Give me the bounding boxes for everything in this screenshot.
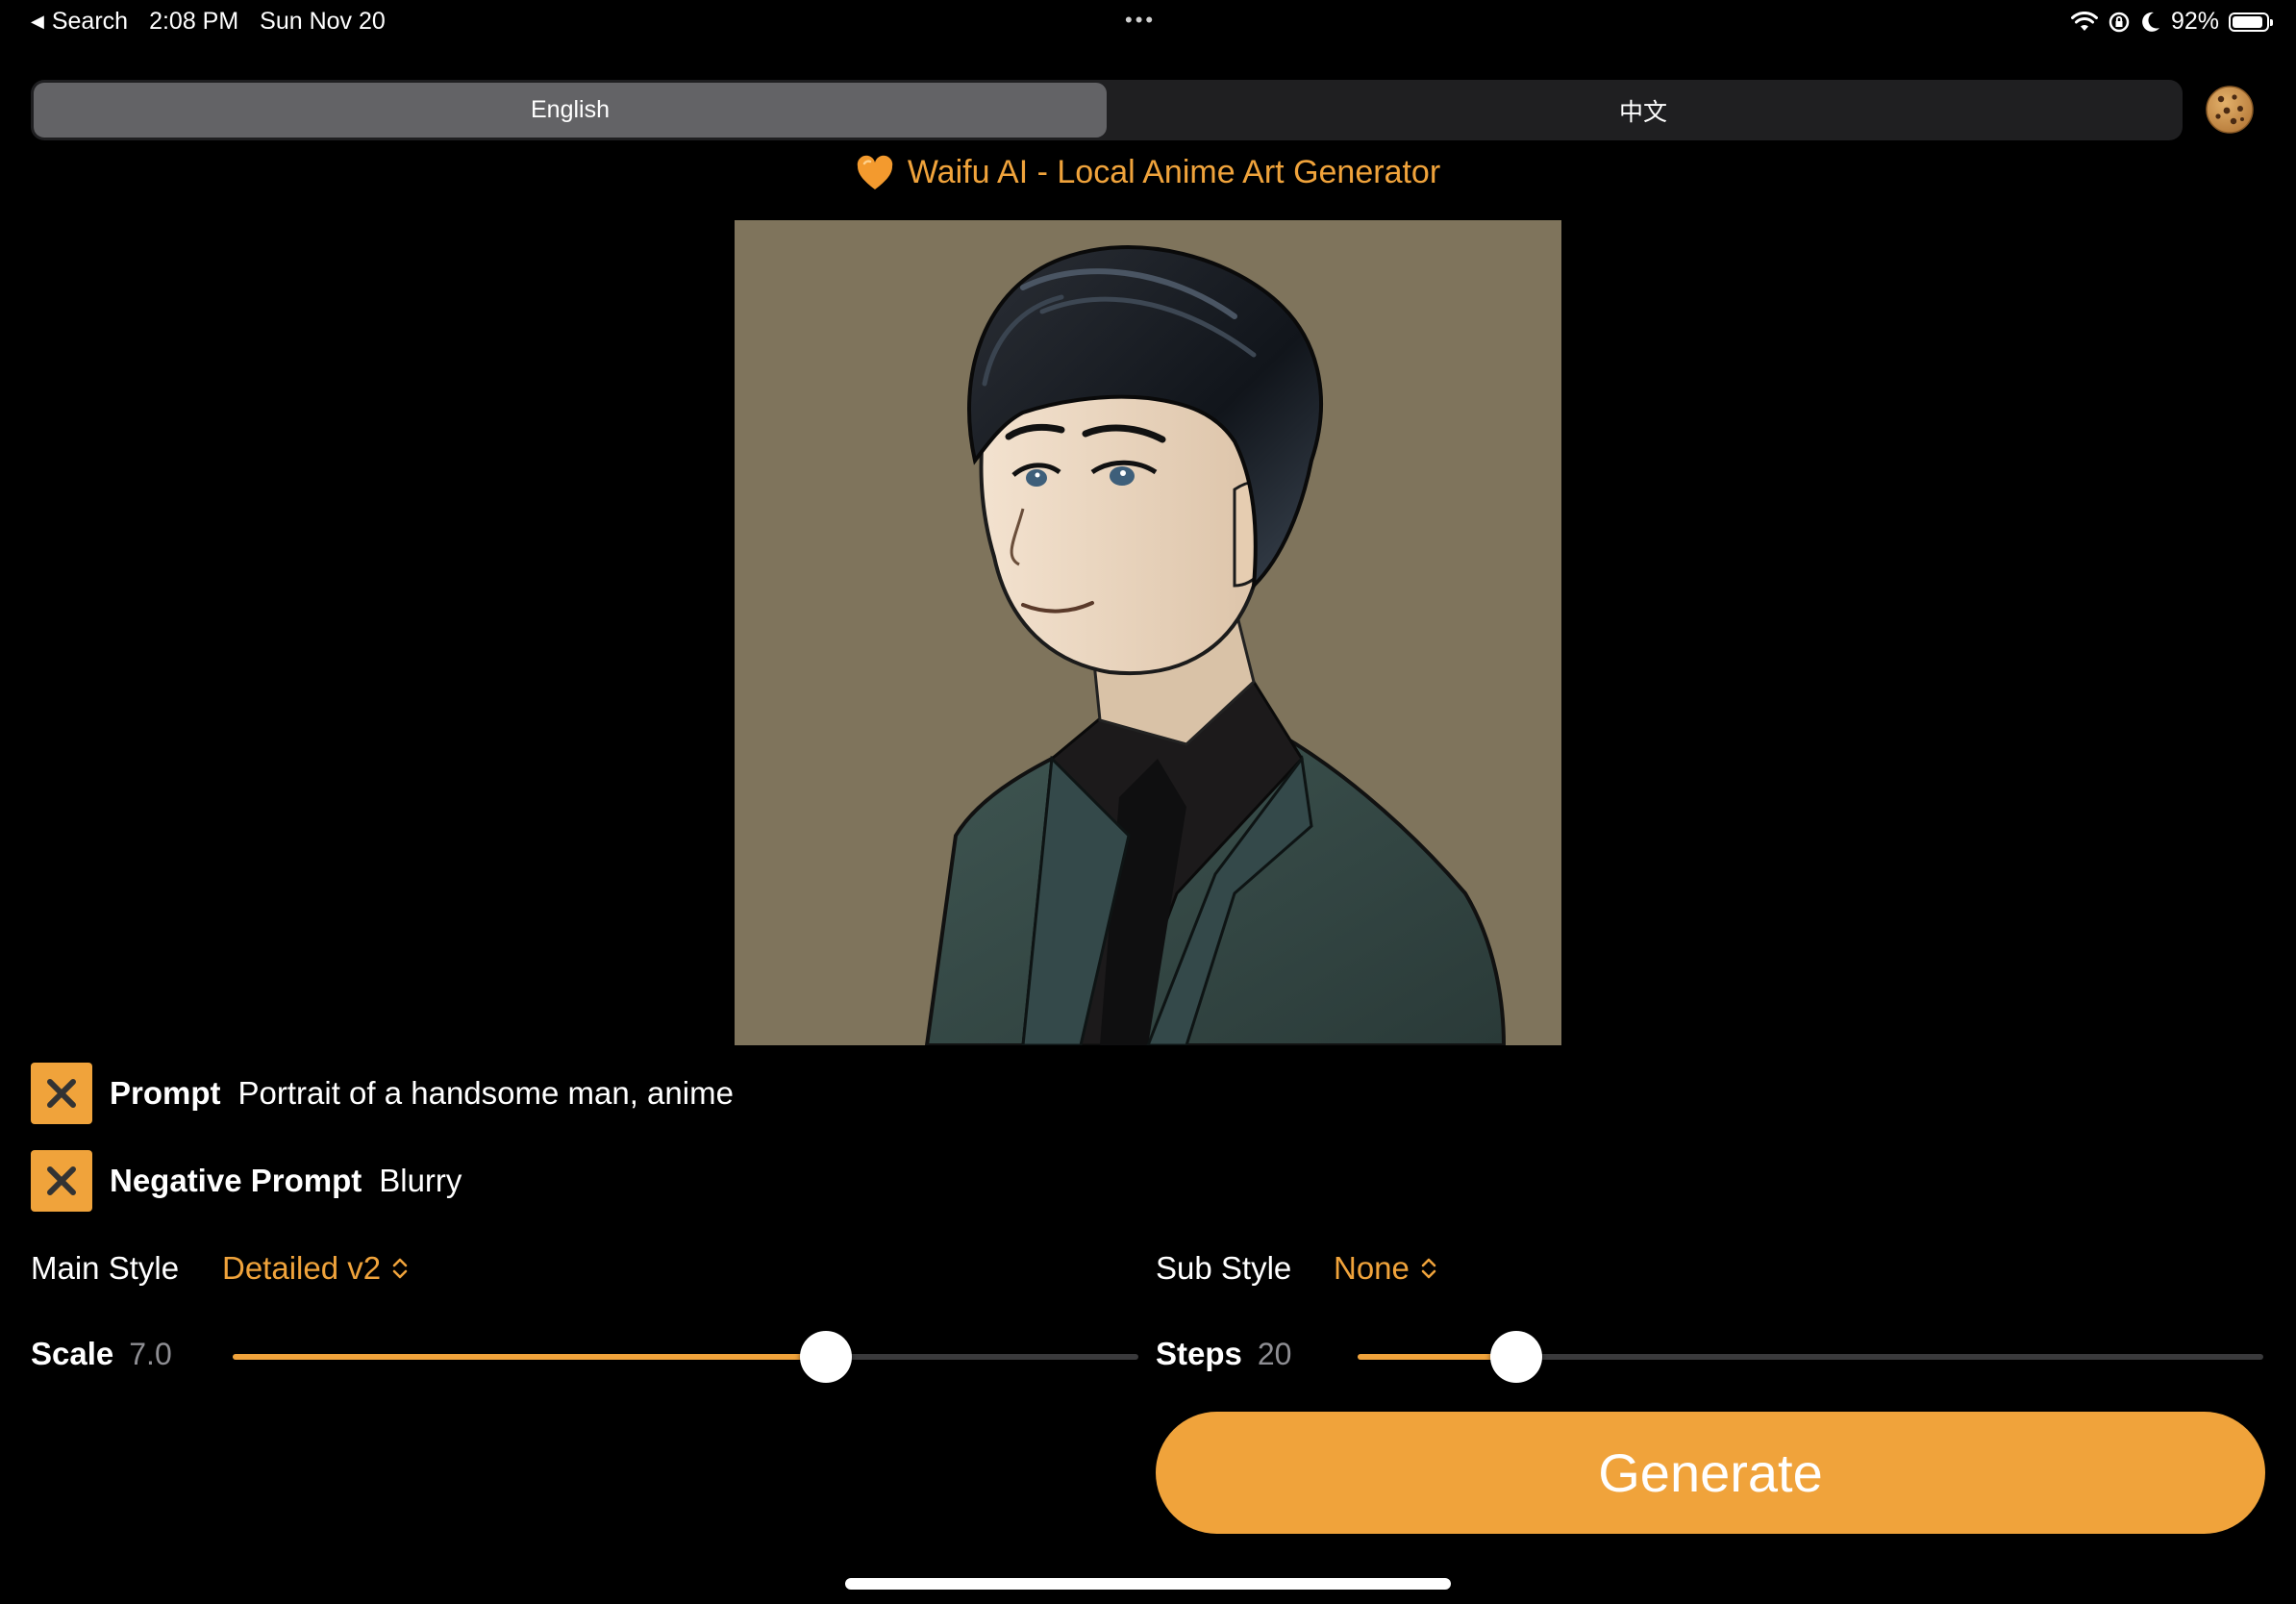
prompt-row: Prompt Portrait of a handsome man, anime [31,1063,734,1124]
steps-value: 20 [1257,1337,1292,1371]
wifi-icon [2070,11,2098,31]
tab-chinese[interactable]: 中文 [1107,83,2180,138]
scale-label-group: Scale 7.0 [31,1336,172,1372]
steps-label: Steps [1156,1336,1242,1371]
tab-english[interactable]: English [34,83,1107,138]
app-title-text: Waifu AI - Local Anime Art Generator [907,154,1441,190]
scale-slider-thumb[interactable] [800,1331,852,1383]
scale-value: 7.0 [129,1337,172,1371]
battery-percentage: 92% [2170,8,2219,35]
back-to-search-link[interactable]: Search [52,8,128,36]
main-style-row: Main Style Detailed v2 [31,1250,410,1287]
scale-slider-fill [233,1354,826,1360]
status-time: 2:08 PM [149,8,239,35]
clear-prompt-button[interactable] [31,1063,92,1124]
clear-negative-prompt-button[interactable] [31,1150,92,1212]
generated-artwork-image [735,220,1561,1045]
negative-prompt-row: Negative Prompt Blurry [31,1150,462,1212]
main-style-value: Detailed v2 [222,1250,382,1286]
multitasking-dots-icon[interactable]: ••• [1125,8,1156,33]
home-indicator[interactable] [845,1578,1451,1590]
main-style-label: Main Style [31,1250,180,1286]
orange-heart-icon [857,155,893,189]
chevron-up-down-icon [1421,1258,1436,1279]
sub-style-picker[interactable]: None [1334,1250,1438,1287]
close-icon [47,1079,76,1108]
main-style-picker[interactable]: Detailed v2 [222,1250,410,1287]
generate-button[interactable]: Generate [1156,1412,2265,1534]
moon-icon [2142,12,2159,32]
scale-label: Scale [31,1336,114,1371]
status-bar-right: 92% [2070,8,2273,36]
negative-prompt-label: Negative Prompt [110,1163,362,1198]
language-segmented-control: English 中文 [31,80,2183,140]
sub-style-label: Sub Style [1156,1250,1292,1286]
app-title: Waifu AI - Local Anime Art Generator [0,154,2296,191]
scale-slider[interactable] [233,1354,1138,1360]
screen-lock-rotation-icon [2109,12,2130,32]
status-date: Sun Nov 20 [260,8,386,35]
sub-style-row: Sub Style None [1156,1250,1438,1287]
status-bar-left: ◀ Search 2:08 PM Sun Nov 20 [31,8,386,36]
steps-label-group: Steps 20 [1156,1336,1291,1372]
battery-icon [2229,12,2273,32]
chevron-up-down-icon [392,1258,408,1279]
negative-prompt-input[interactable]: Blurry [379,1163,462,1199]
prompt-input[interactable]: Portrait of a handsome man, anime [238,1075,734,1112]
prompt-label: Prompt [110,1075,221,1111]
steps-slider-thumb[interactable] [1489,1331,1542,1383]
back-arrow-icon[interactable]: ◀ [31,12,44,32]
sub-style-value: None [1334,1250,1410,1286]
close-icon [47,1166,76,1195]
cookie-icon[interactable] [2205,85,2255,135]
